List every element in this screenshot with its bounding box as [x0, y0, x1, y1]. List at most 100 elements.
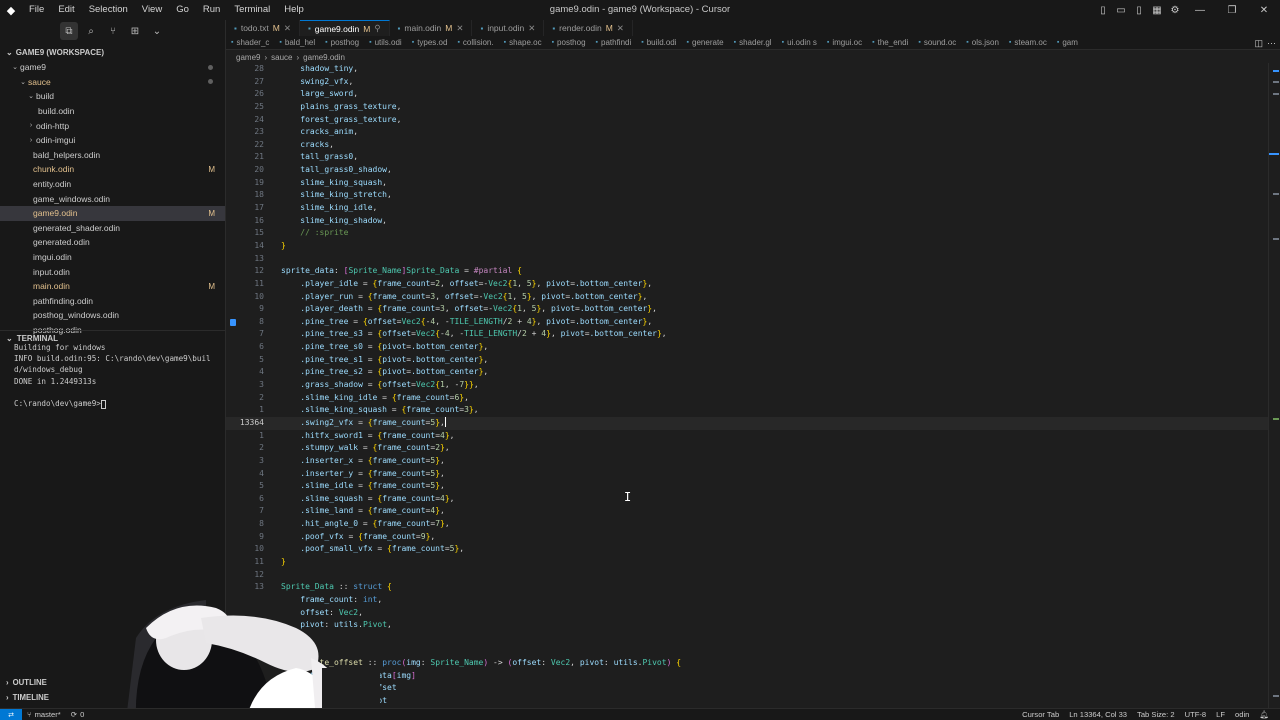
overflow-tab[interactable]: ▪ utils.odi: [364, 38, 407, 47]
tab-todo-txt[interactable]: ▪ todo.txt M ✕: [226, 20, 300, 36]
end-of-line[interactable]: LF: [1211, 710, 1230, 719]
sync-count: 0: [80, 710, 85, 719]
editor-scrollbar[interactable]: [1268, 63, 1280, 708]
tab-label: collision.: [462, 38, 494, 47]
overflow-tab[interactable]: ▪ build.odi: [636, 38, 681, 47]
overflow-tab[interactable]: ▪ pathfindi: [591, 38, 637, 47]
encoding[interactable]: UTF-8: [1180, 710, 1212, 719]
overflow-tab[interactable]: ▪ posthog: [320, 38, 364, 47]
overflow-tab[interactable]: ▪ bald_hel: [274, 38, 320, 47]
customize-layout-icon[interactable]: ▦: [1148, 0, 1166, 20]
tree-item[interactable]: main.odin M: [0, 279, 225, 294]
cursor-position[interactable]: Ln 13364, Col 33: [1064, 710, 1132, 719]
breadcrumb-item[interactable]: game9.odin: [303, 53, 345, 62]
overflow-tab[interactable]: ▪ imgui.oc: [822, 38, 867, 47]
close-icon[interactable]: ✕: [456, 23, 463, 34]
overflow-tab[interactable]: ▪ gam: [1052, 38, 1083, 47]
tree-item[interactable]: game_windows.odin: [0, 191, 225, 206]
overflow-tab[interactable]: ▪ collision.: [452, 38, 498, 47]
close-icon[interactable]: ✕: [617, 23, 624, 34]
tree-item[interactable]: build.odin: [0, 104, 225, 119]
tree-item[interactable]: › odin-imgui: [0, 133, 225, 148]
code-line: 1 .hitfx_sword1 = {frame_count=4},: [226, 430, 1268, 443]
notifications-bell-icon[interactable]: 🔔︎: [1254, 710, 1274, 719]
code-line: 9 .player_death = {frame_count=3, offset…: [226, 303, 1268, 316]
menu-selection[interactable]: Selection: [82, 0, 135, 20]
code-text: .pine_tree_s1 = {pivot=.bottom_center},: [300, 354, 489, 364]
code-text: .player_death = {frame_count=3, offset=-…: [300, 304, 657, 314]
minimize-button[interactable]: —: [1184, 0, 1216, 20]
language-mode[interactable]: odin: [1230, 710, 1254, 719]
settings-gear-icon[interactable]: ⚙: [1166, 0, 1184, 20]
sync-indicator[interactable]: ⟳ 0: [66, 710, 90, 719]
overflow-tab[interactable]: ▪ steam.oc: [1004, 38, 1052, 47]
tree-item[interactable]: generated.odin: [0, 235, 225, 250]
workspace-header[interactable]: ⌄ GAME9 (WORKSPACE): [0, 44, 225, 60]
toggle-secondary-sidebar-icon[interactable]: ▯: [1130, 0, 1148, 20]
code-line: 26 large_sword,: [226, 88, 1268, 101]
menu-file[interactable]: File: [22, 0, 51, 20]
menu-edit[interactable]: Edit: [51, 0, 81, 20]
bookmark-marker-icon[interactable]: [230, 318, 236, 326]
breadcrumb-item[interactable]: game9: [236, 53, 260, 62]
overflow-tab[interactable]: ▪ types.od: [407, 38, 453, 47]
tree-item[interactable]: ⌄ build: [0, 89, 225, 104]
tree-item[interactable]: game9.odin M: [0, 205, 225, 221]
overflow-tab[interactable]: ▪ the_endi: [867, 38, 913, 47]
tree-item[interactable]: input.odin: [0, 264, 225, 279]
overflow-tab[interactable]: ▪ posthog: [547, 38, 591, 47]
split-editor-icon[interactable]: ◫: [1254, 36, 1263, 50]
menu-go[interactable]: Go: [169, 0, 196, 20]
branch-indicator[interactable]: ⑂ master*: [22, 710, 66, 719]
breadcrumb-item[interactable]: sauce: [271, 53, 292, 62]
tree-item[interactable]: pathfinding.odin: [0, 294, 225, 309]
tree-item[interactable]: posthog_windows.odin: [0, 308, 225, 323]
tree-item[interactable]: generated_shader.odin: [0, 221, 225, 236]
overflow-tab[interactable]: ▪ ols.json: [961, 38, 1004, 47]
explorer-files-icon[interactable]: ⧉: [60, 22, 78, 40]
remote-indicator-icon[interactable]: ⇄: [0, 708, 22, 720]
overflow-tab[interactable]: ▪ generate: [682, 38, 729, 47]
menu-terminal[interactable]: Terminal: [227, 0, 277, 20]
menu-run[interactable]: Run: [196, 0, 227, 20]
code-line: 4 .inserter_y = {frame_count=5},: [226, 468, 1268, 481]
close-icon[interactable]: ✕: [528, 23, 535, 34]
tab-render-odin[interactable]: ▪ render.odin M ✕: [544, 20, 633, 36]
tree-item[interactable]: ⌄ game9: [0, 60, 225, 75]
line-number: 4: [259, 367, 264, 377]
maximize-button[interactable]: ❐: [1216, 0, 1248, 20]
menu-help[interactable]: Help: [277, 0, 311, 20]
pin-icon[interactable]: ⚲: [374, 23, 380, 34]
sidebar-toolbar: ⧉ ⌕ ⑂ ⊞ ⌄: [0, 20, 225, 42]
tree-item[interactable]: chunk.odin M: [0, 162, 225, 177]
terminal-output[interactable]: Building for windows INFO build.odin:95: …: [14, 342, 211, 409]
tab-input-odin[interactable]: ▪ input.odin ✕: [472, 20, 545, 36]
overflow-tab[interactable]: ▪ shape.oc: [499, 38, 547, 47]
more-actions-icon[interactable]: ⋯: [1267, 36, 1276, 50]
toggle-panel-icon[interactable]: ▭: [1112, 0, 1130, 20]
tree-item[interactable]: bald_helpers.odin: [0, 148, 225, 163]
overflow-tab[interactable]: ▪ shader.gl: [729, 38, 777, 47]
tab-main-odin[interactable]: ▪ main.odin M ✕: [390, 20, 473, 36]
overflow-tab[interactable]: ▪ ui.odin s: [777, 38, 822, 47]
close-icon[interactable]: ✕: [284, 23, 291, 34]
tab-size[interactable]: Tab Size: 2: [1132, 710, 1180, 719]
search-icon[interactable]: ⌕: [82, 22, 100, 40]
toggle-primary-sidebar-icon[interactable]: ▯: [1094, 0, 1112, 20]
close-button[interactable]: ✕: [1248, 0, 1280, 20]
tree-item[interactable]: entity.odin: [0, 177, 225, 192]
menu-view[interactable]: View: [135, 0, 169, 20]
line-number: 4: [259, 468, 264, 478]
tab-game9-odin[interactable]: ▪ game9.odin M ⚲: [299, 20, 390, 36]
chevron-down-icon[interactable]: ⌄: [148, 22, 166, 40]
extensions-icon[interactable]: ⊞: [126, 22, 144, 40]
tree-item[interactable]: ⌄ sauce: [0, 75, 225, 90]
editor-tabs-overflow: ▪ shader_c ▪ bald_hel ▪ posthog ▪ utils.odi ▪ typ…: [226, 36, 1280, 50]
code-line: 6 .slime_squash = {frame_count=4},: [226, 493, 1268, 506]
tree-item[interactable]: imgui.odin: [0, 250, 225, 265]
overflow-tab[interactable]: ▪ shader_c: [226, 38, 274, 47]
cursor-tab-indicator[interactable]: Cursor Tab: [1017, 710, 1064, 719]
source-control-icon[interactable]: ⑂: [104, 22, 122, 40]
tree-item[interactable]: › odin-http: [0, 118, 225, 133]
overflow-tab[interactable]: ▪ sound.oc: [913, 38, 961, 47]
